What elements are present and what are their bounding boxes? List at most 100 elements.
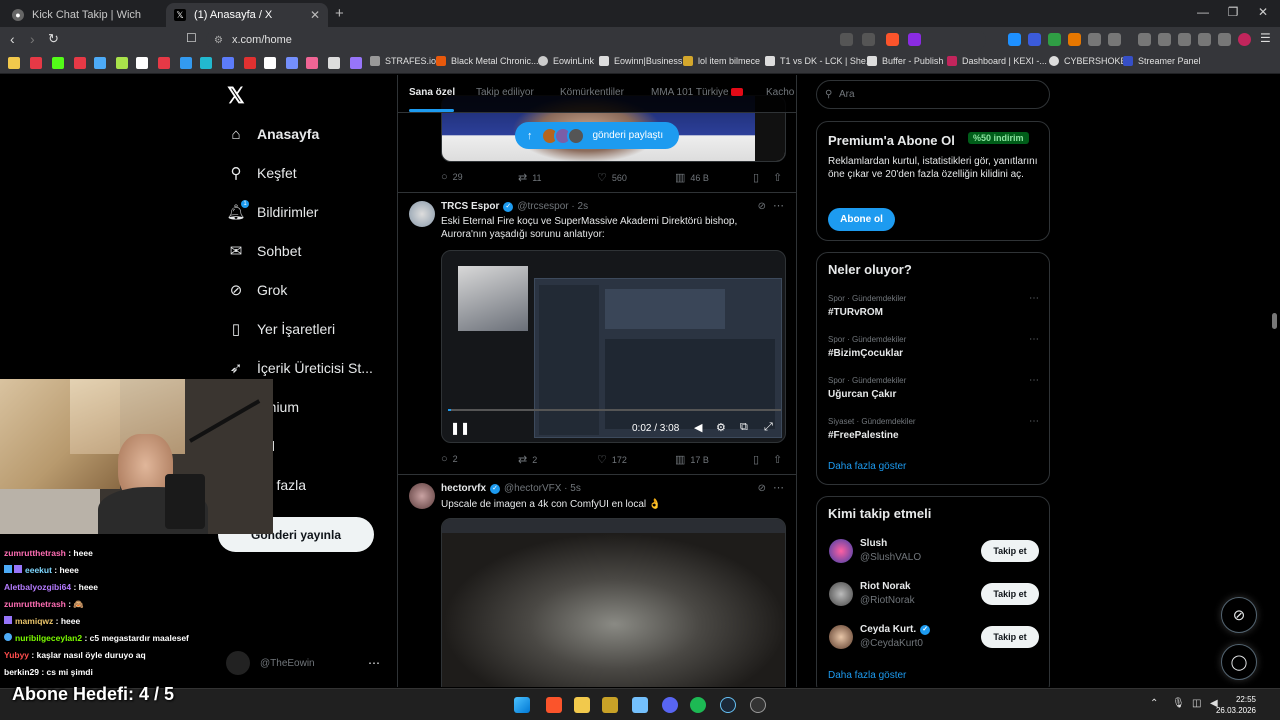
nav-item-grok[interactable]: ⊘ Grok xyxy=(227,281,288,299)
more-dots-icon[interactable]: ⋯ xyxy=(773,481,784,494)
profile-avatar-icon[interactable] xyxy=(1238,33,1251,46)
bookmark-lol-item[interactable]: lol item bilmece xyxy=(683,56,760,66)
fullscreen-icon[interactable]: ⤢ xyxy=(764,421,773,434)
bookmark-cybershoke[interactable]: CYBERSHOKE xyxy=(1049,56,1127,66)
brave-rewards-icon[interactable] xyxy=(908,33,921,46)
bookmark-favicon-icon[interactable] xyxy=(94,57,106,69)
author-name[interactable]: TRCS Espor xyxy=(441,201,499,212)
repost-button[interactable]: ⇄ 2 xyxy=(518,453,537,466)
more-dots-icon[interactable]: ⋯ xyxy=(1029,334,1039,345)
site-info-icon[interactable]: ⚙ xyxy=(214,35,223,46)
maximize-icon[interactable]: ❐ xyxy=(1218,5,1248,19)
app-icon[interactable] xyxy=(632,697,648,713)
trend-item[interactable]: Uğurcan Çakır xyxy=(828,389,896,400)
extension-icon[interactable] xyxy=(1008,33,1021,46)
bookmark-favicon-icon[interactable] xyxy=(244,57,256,69)
popout-icon[interactable]: ⧉ xyxy=(740,421,748,434)
share-button[interactable]: ⇧ xyxy=(773,171,787,184)
grok-float-button[interactable]: ⊘ xyxy=(1221,597,1257,633)
twitch-bookmark-icon[interactable] xyxy=(350,57,362,69)
follow-name[interactable]: Slush xyxy=(860,538,887,549)
taskbar-clock[interactable]: 22:55 26.03.2026 xyxy=(1216,694,1256,716)
close-tab-icon[interactable]: ✕ xyxy=(310,8,320,22)
menu-icon[interactable]: ☰ xyxy=(1260,31,1271,45)
repost-button[interactable]: ⇄ 11 xyxy=(518,171,542,184)
author-handle[interactable]: @trcsespor · 2s xyxy=(517,201,588,212)
steam-icon[interactable] xyxy=(720,697,736,713)
start-icon[interactable] xyxy=(514,697,530,713)
follow-button[interactable]: Takip et xyxy=(981,626,1039,648)
bookmark-eowinn-business[interactable]: Eowinn|Business xyxy=(599,56,682,66)
extensions-puzzle-icon[interactable] xyxy=(1088,33,1101,46)
browser-tab-x-home[interactable]: 𝕏 (1) Anasayfa / X ✕ xyxy=(166,3,328,27)
new-posts-pill[interactable]: ↑ gönderi paylaştı xyxy=(515,122,679,149)
bookmark-favicon-icon[interactable] xyxy=(30,57,42,69)
follow-name[interactable]: Riot Norak xyxy=(860,581,911,592)
spotify-icon[interactable] xyxy=(690,697,706,713)
follow-button[interactable]: Takip et xyxy=(981,583,1039,605)
more-dots-icon[interactable]: ⋯ xyxy=(773,199,784,212)
sidebar-icon[interactable] xyxy=(1158,33,1171,46)
app-icon[interactable] xyxy=(602,697,618,713)
microphone-icon[interactable]: 🎙︎ xyxy=(1172,698,1185,709)
avatar[interactable] xyxy=(829,539,853,563)
post-video[interactable]: ❚❚ 0:02 / 3:08 ◀︎ ⚙ ⧉ ⤢ xyxy=(441,250,786,443)
trend-item[interactable]: #TURvROM xyxy=(828,307,883,318)
more-dots-icon[interactable]: ⋯ xyxy=(1029,416,1039,427)
search-input[interactable]: ⚲ Ara xyxy=(816,80,1050,109)
nav-item-chat[interactable]: ✉ Sohbet xyxy=(227,242,302,260)
tab-komurkentliler[interactable]: Kömürkentliler xyxy=(560,87,624,98)
views-button[interactable]: ▥ 17 B xyxy=(675,453,709,466)
bookmark-button[interactable]: ▯ xyxy=(753,171,764,184)
volume-icon[interactable]: ◀︎ xyxy=(694,421,702,434)
nav-item-notifications[interactable]: 🔔︎ 1 Bildirimler xyxy=(226,200,318,221)
settings-icon[interactable]: ⚙ xyxy=(716,421,726,434)
avatar[interactable] xyxy=(409,483,435,509)
tab-kacho[interactable]: Kacho xyxy=(766,87,794,98)
minimize-icon[interactable]: — xyxy=(1188,5,1218,19)
video-progress-track[interactable] xyxy=(448,409,781,411)
bookmark-eowinlink[interactable]: EowinLink xyxy=(538,56,594,66)
discord-icon[interactable] xyxy=(662,697,678,713)
share-button[interactable]: ⇧ xyxy=(773,453,787,466)
forward-icon[interactable]: › xyxy=(30,31,35,47)
trend-item[interactable]: #BizimÇocuklar xyxy=(828,348,903,359)
messages-float-button[interactable]: ◯ xyxy=(1221,644,1257,680)
account-switcher[interactable]: @TheEowin ⋯ xyxy=(226,651,396,675)
bookmark-dashboard-kexi[interactable]: Dashboard | KEXI -... xyxy=(947,56,1047,66)
bookmark-favicon-icon[interactable] xyxy=(286,57,298,69)
browser-tab-kick-chat[interactable]: ● Kick Chat Takip | Wich xyxy=(4,3,164,27)
bookmark-favicon-icon[interactable] xyxy=(116,57,128,69)
extension-icon[interactable] xyxy=(1048,33,1061,46)
window-close-icon[interactable]: ✕ xyxy=(1248,5,1278,19)
tiktok-bookmark-icon[interactable] xyxy=(136,57,148,69)
post-video[interactable] xyxy=(441,518,786,687)
bookmark-buffer[interactable]: Buffer - Publish xyxy=(867,56,943,66)
grok-explain-icon[interactable]: ⊘ xyxy=(758,201,766,212)
bookmark-star-icon[interactable]: ☐ xyxy=(186,31,197,45)
x-bookmark-icon[interactable] xyxy=(264,57,276,69)
bookmark-button[interactable]: ▯ xyxy=(753,453,764,466)
author-name[interactable]: hectorvfx xyxy=(441,483,486,494)
tab-for-you[interactable]: Sana özel xyxy=(409,87,455,98)
nav-item-creator-studio[interactable]: ➶ İçerik Üreticisi St... xyxy=(227,359,373,377)
brave-shields-icon[interactable] xyxy=(886,33,899,46)
more-dots-icon[interactable]: ⋯ xyxy=(1029,293,1039,304)
x-logo-icon[interactable]: 𝕏 xyxy=(227,83,245,109)
wallet-icon[interactable] xyxy=(1178,33,1191,46)
reply-button[interactable]: ○ 2 xyxy=(441,453,458,465)
instagram-bookmark-icon[interactable] xyxy=(306,57,318,69)
views-button[interactable]: ▥ 46 B xyxy=(675,171,709,184)
bookmark-favicon-icon[interactable] xyxy=(328,57,340,69)
like-button[interactable]: ♡ 172 xyxy=(597,453,627,466)
follow-button[interactable]: Takip et xyxy=(981,540,1039,562)
bookmark-favicon-icon[interactable] xyxy=(180,57,192,69)
grok-explain-icon[interactable]: ⊘ xyxy=(758,483,766,494)
back-icon[interactable]: ‹ xyxy=(10,31,15,47)
network-icon[interactable]: ◫ xyxy=(1192,698,1201,709)
share-icon[interactable] xyxy=(862,33,875,46)
avatar[interactable] xyxy=(829,625,853,649)
extension-icon[interactable] xyxy=(1068,33,1081,46)
youtube-bookmark-icon[interactable] xyxy=(74,57,86,69)
media-icon[interactable] xyxy=(1138,33,1151,46)
